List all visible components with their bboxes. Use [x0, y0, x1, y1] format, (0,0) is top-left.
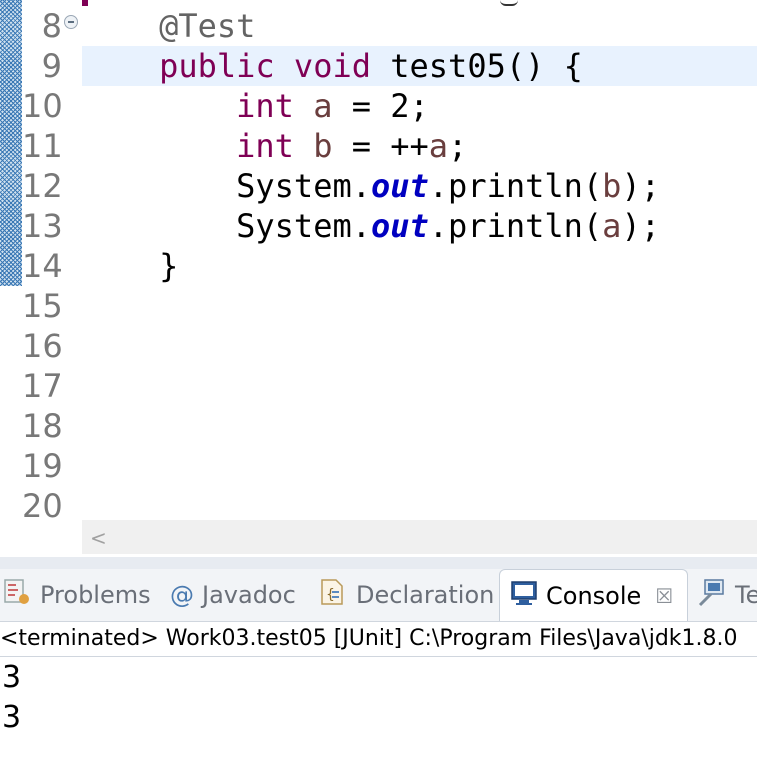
tab-label: Problems	[40, 581, 151, 609]
method-signature: test05() {	[370, 47, 583, 85]
line-number: 12	[22, 167, 63, 205]
keyword-token: int	[236, 87, 294, 125]
static-field-token: out	[370, 167, 429, 205]
horizontal-scrollbar[interactable]: <	[82, 520, 757, 554]
annotation-token: @Test	[159, 7, 256, 45]
code-text-area[interactable]: @Test public void test05() { int a = 2; …	[82, 0, 757, 520]
code-line-13: System.out.println(a);	[82, 206, 757, 246]
code-text: .println(	[428, 167, 603, 205]
code-line-14: }	[82, 246, 757, 286]
keyword-token: int	[236, 127, 294, 165]
scroll-left-icon[interactable]: <	[90, 526, 107, 550]
variable-token: a	[313, 87, 333, 125]
code-line-11: int b = ++a;	[82, 126, 757, 166]
code-line-8: @Test	[82, 6, 757, 46]
line-number: 9	[41, 47, 62, 85]
close-icon[interactable]: ☒	[655, 584, 673, 608]
terminal-icon	[697, 577, 727, 613]
line-number: 14	[22, 247, 63, 285]
line-number: 8	[41, 7, 62, 45]
tab-console[interactable]: Console ☒	[499, 569, 689, 621]
console-output[interactable]: 3 3	[0, 658, 757, 771]
declaration-icon: {	[318, 577, 348, 613]
line-number: 20	[22, 487, 63, 525]
line-number: 16	[22, 327, 63, 365]
code-text: = ++	[332, 127, 429, 165]
collapse-fold-icon[interactable]	[64, 15, 78, 29]
code-line-12: System.out.println(b);	[82, 166, 757, 206]
tab-label: Te	[735, 581, 757, 609]
console-output-line: 3	[2, 660, 22, 695]
tab-label: Declaration	[356, 581, 495, 609]
console-output-line: 3	[2, 700, 22, 735]
code-text: = 2;	[332, 87, 429, 125]
problems-icon	[2, 577, 32, 613]
code-text: ;	[448, 127, 468, 165]
line-number: 11	[22, 127, 63, 165]
line-number: 13	[22, 207, 63, 245]
change-ruler	[0, 0, 22, 286]
tab-declaration[interactable]: { Declaration	[318, 569, 494, 621]
javadoc-icon: @	[170, 581, 194, 609]
svg-text:{: {	[326, 587, 335, 603]
view-tab-bar: Problems @ Javadoc { Declaration Console	[0, 569, 757, 622]
line-number-gutter: 8 9 10 11 12 13 14 15 16 17 18 19 20	[22, 0, 82, 525]
line-number: 17	[22, 367, 63, 405]
code-editor[interactable]: 8 9 10 11 12 13 14 15 16 17 18 19 20 @Te…	[0, 0, 757, 557]
tab-problems[interactable]: Problems	[2, 569, 151, 621]
static-field-token: out	[370, 207, 429, 245]
keyword-token: void	[293, 47, 371, 85]
variable-token: b	[602, 167, 622, 205]
keyword-token: public	[159, 47, 275, 85]
tab-javadoc[interactable]: @ Javadoc	[170, 569, 296, 621]
class-token: System.	[236, 207, 371, 245]
code-text: );	[621, 207, 660, 245]
variable-token: b	[313, 127, 333, 165]
variable-token: a	[428, 127, 449, 165]
panel-divider[interactable]	[0, 557, 757, 569]
console-status-line: <terminated> Work03.test05 [JUnit] C:\Pr…	[0, 622, 757, 657]
tab-label: Javadoc	[202, 581, 296, 609]
code-line-10: int a = 2;	[82, 86, 757, 126]
console-icon	[510, 579, 538, 613]
tab-terminal[interactable]: Te	[697, 569, 757, 621]
variable-token: a	[602, 207, 622, 245]
class-token: System.	[236, 167, 371, 205]
code-line-9-current: public void test05() {	[82, 46, 757, 86]
line-number: 10	[22, 87, 63, 125]
line-number: 15	[22, 287, 63, 325]
closing-brace: }	[159, 247, 179, 285]
tab-label: Console	[546, 581, 642, 610]
code-text: .println(	[428, 207, 603, 245]
code-text: );	[621, 167, 660, 205]
line-number: 19	[22, 447, 63, 485]
line-number: 18	[22, 407, 63, 445]
